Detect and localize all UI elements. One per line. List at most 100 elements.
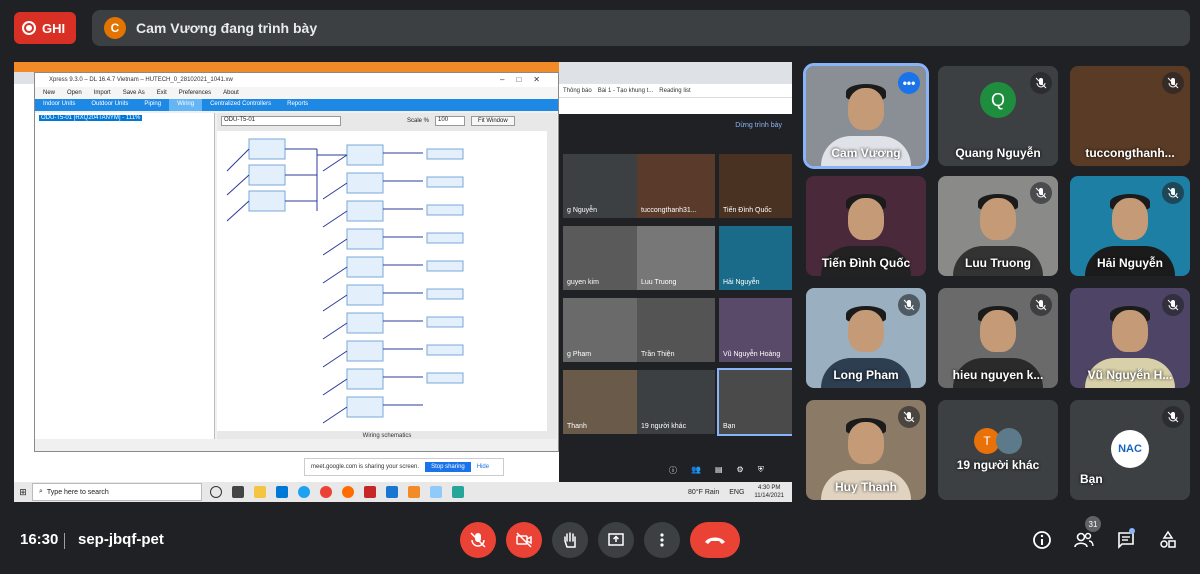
tab-piping[interactable]: Piping bbox=[136, 99, 169, 111]
more-options-button[interactable] bbox=[644, 522, 680, 558]
mic-off-icon bbox=[470, 532, 486, 548]
info-icon bbox=[1033, 531, 1051, 549]
more-vert-icon bbox=[660, 533, 664, 547]
controller-box bbox=[426, 372, 464, 384]
indoor-unit-box bbox=[346, 396, 384, 418]
mini-tile: Thanh bbox=[563, 370, 641, 434]
system-tray: 80°F Rain ENG 4:30 PM 11/14/2021 bbox=[688, 484, 784, 500]
people-icon bbox=[1074, 532, 1094, 548]
menu-import[interactable]: Import bbox=[94, 90, 111, 96]
participant-tile-luu-truong[interactable]: Luu Truong bbox=[938, 176, 1058, 276]
participant-tile-tien-dinh-quoc[interactable]: Tiến Đình Quốc bbox=[806, 176, 926, 276]
app4-icon[interactable] bbox=[452, 486, 464, 498]
menu-open[interactable]: Open bbox=[67, 90, 82, 96]
taskbar-clock[interactable]: 4:30 PM 11/14/2021 bbox=[754, 484, 784, 500]
participant-tile-hai-nguyen[interactable]: Hải Nguyễn bbox=[1070, 176, 1190, 276]
weather[interactable]: 80°F Rain bbox=[688, 489, 719, 496]
people-icon[interactable]: 👥 bbox=[691, 465, 701, 476]
record-icon bbox=[22, 21, 36, 35]
mini-tile: g Pham bbox=[563, 298, 641, 362]
menu-preferences[interactable]: Preferences bbox=[179, 90, 211, 96]
camera-toggle-button[interactable] bbox=[506, 522, 542, 558]
end-call-button[interactable] bbox=[690, 522, 740, 558]
menu-save-as[interactable]: Save As bbox=[123, 90, 145, 96]
chrome-icon[interactable] bbox=[320, 486, 332, 498]
participant-tile-tuccongthanh[interactable]: tuccongthanh... bbox=[1070, 66, 1190, 166]
participant-name: Long Pham bbox=[833, 368, 899, 382]
stop-present-label[interactable]: Dừng trình bày bbox=[735, 122, 782, 129]
mini-tile: tuccongthanh31... bbox=[637, 154, 715, 218]
app3-icon[interactable] bbox=[430, 486, 442, 498]
participant-tile-hieu-nguyen[interactable]: hieu nguyen k... bbox=[938, 288, 1058, 388]
participant-name: Cam Vương bbox=[831, 146, 901, 160]
participant-tile-quang-nguyen[interactable]: Q Quang Nguyễn bbox=[938, 66, 1058, 166]
tab-centralized-controllers[interactable]: Centralized Controllers bbox=[202, 99, 279, 111]
indoor-unit-box bbox=[346, 228, 384, 250]
raise-hand-button[interactable] bbox=[552, 522, 588, 558]
app-icon[interactable] bbox=[232, 486, 244, 498]
shield-icon[interactable]: ⛨ bbox=[758, 465, 764, 476]
meeting-info-button[interactable] bbox=[1030, 528, 1054, 552]
info-icon[interactable]: ⓘ bbox=[669, 465, 677, 476]
participant-tile-huy-thanh[interactable]: Huy Thanh bbox=[806, 400, 926, 500]
windows-start-icon[interactable]: ⊞ bbox=[14, 482, 32, 502]
others-avatars: T bbox=[974, 428, 1022, 454]
record-label: GHI bbox=[42, 20, 66, 36]
fit-window-button[interactable]: Fit Window bbox=[471, 116, 515, 126]
participant-tile-ban[interactable]: NAC Bạn bbox=[1070, 400, 1190, 500]
scale-select[interactable]: 100 bbox=[435, 116, 466, 126]
tree-item[interactable]: ODU-T5-01 [RXQ204TANYM] - 111% bbox=[35, 113, 214, 123]
menu-exit[interactable]: Exit bbox=[157, 90, 167, 96]
indoor-unit-box bbox=[346, 144, 384, 166]
browser-window: Thông báo Bài 1 - Tạo khung t... Reading… bbox=[559, 62, 792, 482]
participant-name: Hải Nguyễn bbox=[1096, 256, 1163, 270]
tab-reports[interactable]: Reports bbox=[279, 99, 316, 111]
bookmark-1[interactable]: Thông báo bbox=[563, 88, 592, 94]
mic-toggle-button[interactable] bbox=[460, 522, 496, 558]
activities-icon[interactable]: ⚙ bbox=[737, 465, 744, 476]
firefox-icon[interactable] bbox=[342, 486, 354, 498]
pdf-icon[interactable] bbox=[364, 486, 376, 498]
mail-icon[interactable] bbox=[276, 486, 288, 498]
more-options-icon[interactable]: ••• bbox=[898, 72, 920, 94]
language[interactable]: ENG bbox=[729, 489, 744, 496]
odu-selector[interactable]: ODU-T5-01 bbox=[221, 116, 341, 126]
windows-taskbar: ⊞ ⌕ Type here to search 80°F Rain ENG 4:… bbox=[14, 482, 792, 502]
controller-box bbox=[426, 316, 464, 328]
participant-tile-cam-vuong[interactable]: ••• Cam Vương bbox=[803, 63, 929, 169]
chat-icon[interactable]: ▤ bbox=[715, 465, 723, 476]
present-screen-button[interactable] bbox=[598, 522, 634, 558]
window-controls[interactable]: –□✕ bbox=[500, 73, 552, 87]
taskbar-apps bbox=[210, 486, 464, 498]
controller-box bbox=[426, 288, 464, 300]
participant-tile-long-pham[interactable]: Long Pham bbox=[806, 288, 926, 388]
tab-wiring[interactable]: Wiring bbox=[169, 99, 203, 111]
participant-tile-others[interactable]: T 19 người khác bbox=[938, 400, 1058, 500]
xpress-icon[interactable] bbox=[386, 486, 398, 498]
menu-new[interactable]: New bbox=[43, 90, 55, 96]
mic-off-icon bbox=[1030, 72, 1052, 94]
tab-indoor-units[interactable]: Indoor Units bbox=[35, 99, 83, 111]
indoor-unit-box bbox=[346, 200, 384, 222]
mic-off-icon bbox=[1162, 72, 1184, 94]
wiring-canvas[interactable] bbox=[217, 131, 547, 431]
stop-sharing-button[interactable]: Stop sharing bbox=[425, 462, 471, 472]
hide-button[interactable]: Hide bbox=[477, 464, 489, 470]
edge-icon[interactable] bbox=[298, 486, 310, 498]
activities-button[interactable] bbox=[1156, 528, 1180, 552]
bookmark-2[interactable]: Bài 1 - Tạo khung t... bbox=[598, 88, 654, 94]
mini-tile: Trần Thiện bbox=[637, 298, 715, 362]
tab-outdoor-units[interactable]: Outdoor Units bbox=[83, 99, 136, 111]
participant-tile-vu-nguyen[interactable]: Vũ Nguyễn H... bbox=[1070, 288, 1190, 388]
controller-box bbox=[426, 176, 464, 188]
reading-list[interactable]: Reading list bbox=[659, 88, 690, 94]
folder-icon[interactable] bbox=[254, 486, 266, 498]
divider bbox=[64, 533, 65, 549]
task-view-icon[interactable] bbox=[210, 486, 222, 498]
others-avatar-2 bbox=[996, 428, 1022, 454]
taskbar-search[interactable]: ⌕ Type here to search bbox=[32, 483, 202, 501]
menu-about[interactable]: About bbox=[223, 90, 239, 96]
app2-icon[interactable] bbox=[408, 486, 420, 498]
mic-off-icon bbox=[1162, 294, 1184, 316]
recording-indicator[interactable]: GHI bbox=[14, 12, 76, 44]
